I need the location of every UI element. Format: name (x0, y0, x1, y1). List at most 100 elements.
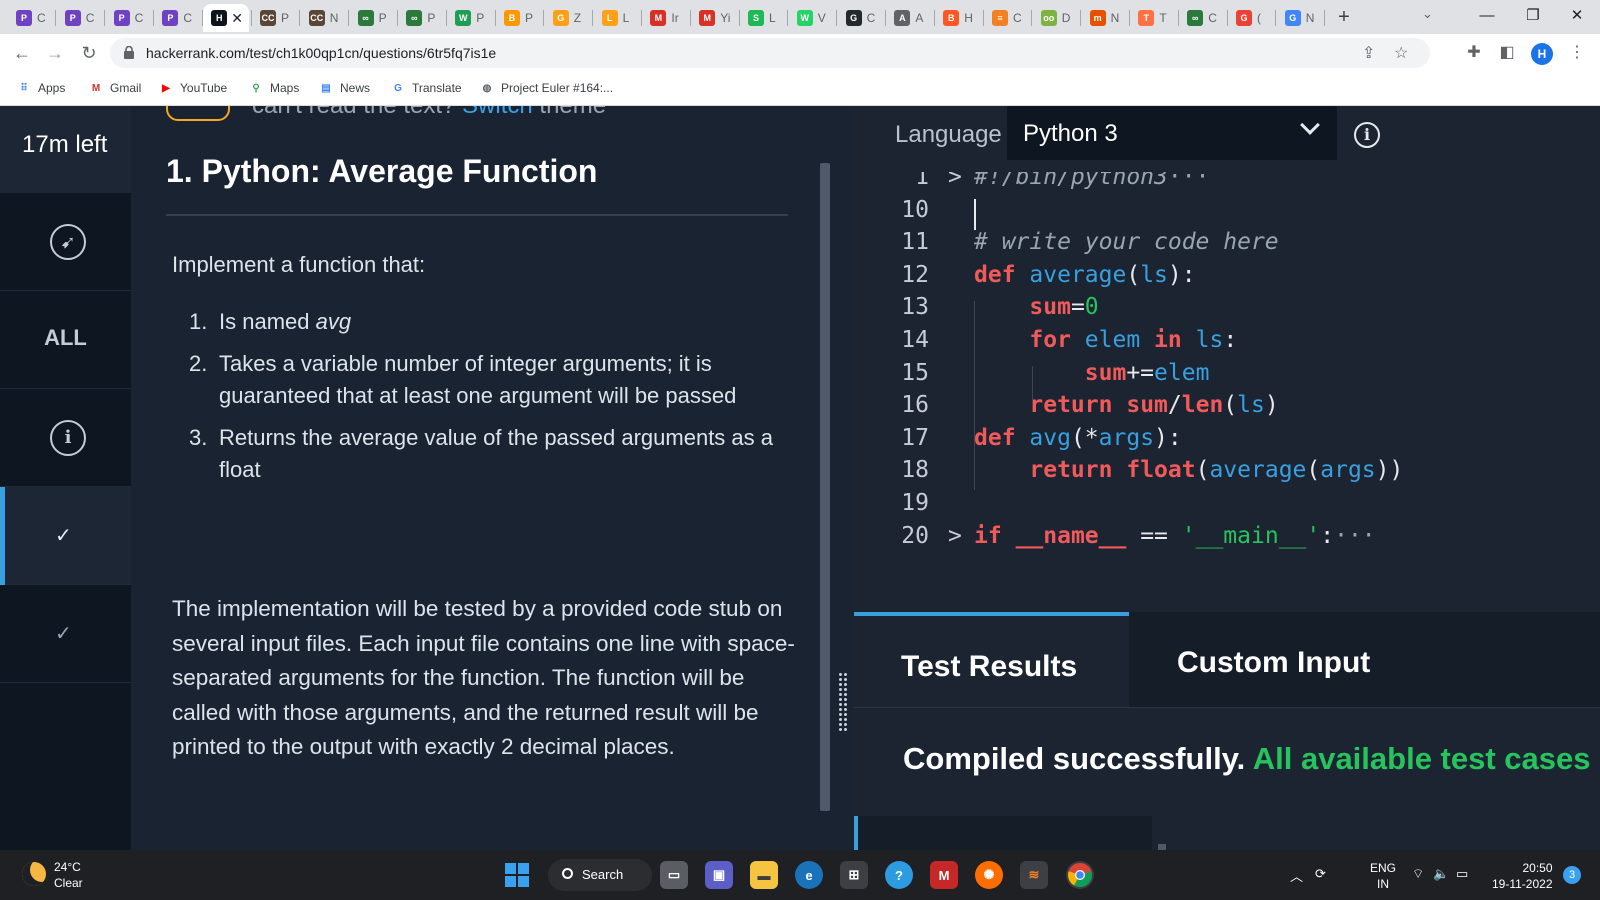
browser-tab[interactable]: GC (838, 4, 884, 32)
back-button[interactable]: ← (10, 41, 34, 65)
problem-scrollbar-thumb[interactable] (820, 163, 830, 811)
code-text[interactable]: # write your code here (974, 229, 1279, 255)
code-text[interactable]: def average(ls): (974, 262, 1196, 288)
battery-icon[interactable]: ▭ (1456, 866, 1468, 882)
bookmark-news[interactable]: ▤ News (318, 80, 370, 96)
code-line[interactable]: 16 return sum/len(ls) (854, 392, 1600, 425)
browser-tab[interactable]: LL (594, 4, 640, 32)
code-line[interactable]: 18 return float(average(args)) (854, 457, 1600, 490)
browser-tab[interactable]: ∞ P (350, 4, 396, 32)
bookmark-project[interactable]: ◍ Project Euler #164:... (479, 80, 613, 96)
code-text[interactable]: #!/bin/python3··· (974, 172, 1209, 190)
tab-test-results-label[interactable]: Test Results (901, 650, 1077, 684)
code-text[interactable]: for elem in ls: (974, 327, 1237, 353)
bookmark-translate[interactable]: G Translate (390, 80, 461, 96)
firefox-icon[interactable]: ✺ (975, 861, 1003, 889)
volume-icon[interactable]: 🔈 (1433, 866, 1449, 882)
start-windows-icon[interactable] (505, 863, 529, 887)
tab-test-results[interactable]: Test Results (854, 612, 1129, 707)
share-icon[interactable]: ⇪ (1362, 43, 1375, 63)
weather-temperature[interactable]: 24°C (54, 860, 81, 874)
profile-avatar[interactable]: H (1531, 43, 1553, 65)
browser-tab[interactable]: PC (57, 4, 103, 32)
sublime-icon[interactable]: ≋ (1020, 861, 1048, 889)
browser-tab[interactable]: BH (935, 4, 981, 32)
browser-tab[interactable]: WP (447, 4, 493, 32)
language-select[interactable]: Python 3 (1007, 106, 1337, 160)
fold-chevron-icon[interactable]: > (948, 523, 962, 549)
tray-overflow-chevron-icon[interactable]: ︿ (1290, 866, 1303, 885)
tab-custom-input[interactable]: Custom Input (1129, 612, 1600, 707)
browser-tab[interactable]: M Ir (642, 4, 688, 32)
browser-tab[interactable]: ≡ C (984, 4, 1030, 32)
nav-info[interactable]: i (0, 389, 131, 487)
file-explorer-icon[interactable]: ▬ (750, 861, 778, 889)
browser-tab[interactable]: CC P (252, 4, 298, 32)
browser-tab[interactable]: SL (740, 4, 786, 32)
browser-tab[interactable]: PC (106, 4, 152, 32)
side-panel-icon[interactable]: ◧ (1497, 43, 1517, 63)
switch-theme-link[interactable]: Switch (462, 106, 533, 119)
browser-tab[interactable]: CC N (301, 4, 347, 32)
browser-tab[interactable]: H ✕ (203, 4, 250, 32)
browser-tab[interactable]: PC (8, 4, 54, 32)
new-tab-button[interactable]: + (1330, 4, 1358, 30)
browser-tab[interactable]: BP (496, 4, 542, 32)
browser-tab[interactable]: GZ (545, 4, 591, 32)
code-line[interactable]: 1 > #!/bin/python3··· (854, 172, 1600, 197)
tab-close-icon[interactable]: ✕ (231, 10, 243, 27)
weather-condition[interactable]: Clear (54, 876, 83, 890)
browser-tab[interactable]: PC (154, 4, 200, 32)
code-text[interactable]: if __name__ == '__main__':··· (974, 523, 1376, 549)
nav-question-1[interactable]: ✓ (0, 487, 131, 585)
restore-button[interactable]: ❐ (1510, 0, 1556, 34)
code-line[interactable]: 13 sum=0 (854, 294, 1600, 327)
browser-tab[interactable]: AA (886, 4, 932, 32)
chevron-down-icon[interactable] (1300, 115, 1320, 135)
code-line[interactable]: 20 > if __name__ == '__main__':··· (854, 523, 1600, 556)
store-icon[interactable]: ⊞ (840, 861, 868, 889)
url-text[interactable]: hackerrank.com/test/ch1k00qp1cn/question… (146, 45, 496, 61)
code-line[interactable]: 19 (854, 490, 1600, 523)
forward-button[interactable]: → (43, 41, 67, 65)
teams-chat-icon[interactable]: ▣ (705, 861, 733, 889)
code-line[interactable]: 15 sum+=elem (854, 360, 1600, 393)
lock-icon[interactable] (124, 46, 134, 59)
panel-splitter[interactable] (832, 106, 854, 850)
tab-custom-input-label[interactable]: Custom Input (1177, 646, 1370, 680)
browser-tab[interactable]: mN (1082, 4, 1128, 32)
code-line[interactable]: 11 # write your code here (854, 229, 1600, 262)
bookmark-apps[interactable]: ⠿ Apps (16, 80, 65, 96)
reload-button[interactable]: ↻ (77, 41, 101, 65)
code-editor[interactable]: 1 > #!/bin/python3··· 10 11 # write your code… (854, 172, 1600, 572)
task-view-icon[interactable]: ▭ (660, 861, 688, 889)
browser-tab[interactable]: M Yi (691, 4, 737, 32)
chrome-icon[interactable] (1066, 861, 1094, 889)
nav-question-2[interactable]: ✓ (0, 585, 131, 683)
code-line[interactable]: 12 def average(ls): (854, 262, 1600, 295)
notification-badge[interactable]: 3 (1563, 866, 1581, 884)
nav-all-questions[interactable]: ALL (0, 291, 131, 389)
browser-tab[interactable]: oo D (1033, 4, 1079, 32)
tab-search-button[interactable]: ⌄ (1422, 6, 1433, 22)
window-close-button[interactable]: ✕ (1554, 0, 1600, 34)
code-text[interactable]: sum=0 (974, 294, 1098, 320)
moon-icon[interactable] (22, 862, 46, 886)
language-value[interactable]: Python 3 (1023, 120, 1118, 148)
chrome-menu-icon[interactable]: ⋮ (1567, 43, 1587, 63)
help-icon[interactable]: ? (885, 861, 913, 889)
editor-info-icon[interactable]: i (1354, 122, 1380, 148)
extensions-icon[interactable]: ✚ (1464, 43, 1484, 63)
code-text[interactable]: return sum/len(ls) (974, 392, 1278, 418)
splitter-drag-handle[interactable] (838, 672, 848, 732)
code-line[interactable]: 10 (854, 197, 1600, 230)
bookmark-star-icon[interactable]: ☆ (1394, 43, 1408, 63)
testcase-list-header[interactable] (854, 816, 1152, 850)
code-line[interactable]: 14 for elem in ls: (854, 327, 1600, 360)
code-text[interactable]: return float(average(args)) (974, 457, 1403, 483)
edge-icon[interactable]: e (795, 861, 823, 889)
bookmark-gmail[interactable]: M Gmail (88, 80, 142, 96)
address-bar[interactable]: hackerrank.com/test/ch1k00qp1cn/question… (110, 38, 1430, 68)
code-text[interactable]: def avg(*args): (974, 425, 1182, 451)
sync-icon[interactable]: ⟳ (1315, 866, 1326, 882)
